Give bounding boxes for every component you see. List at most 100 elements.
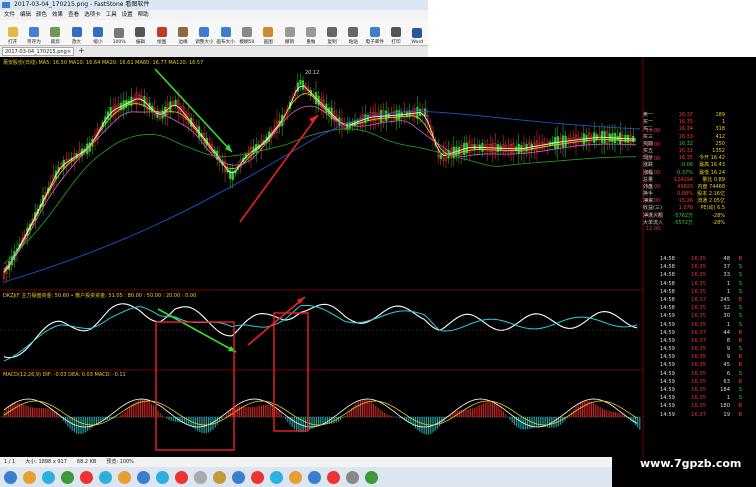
- candle-body: [301, 80, 305, 90]
- toolbar-button-4[interactable]: 缩小: [87, 21, 108, 45]
- menu-item-6[interactable]: 工具: [106, 10, 117, 20]
- taskbar-app-icon[interactable]: [232, 470, 245, 484]
- toolbar-label: Word: [411, 40, 424, 45]
- toolbar-button-1[interactable]: 另存为: [23, 21, 44, 45]
- toolbar-button-10[interactable]: 画布大小: [215, 21, 236, 45]
- edge-icon: [178, 27, 189, 37]
- trade-v: 45: [723, 362, 730, 369]
- toolbar-button-17[interactable]: 电子邮件: [364, 21, 385, 45]
- trade-row: 14:59 16.35 45 B: [660, 361, 756, 369]
- quote-value: 49826: [677, 183, 693, 190]
- trade-p: 16.35: [691, 321, 706, 328]
- menu-item-4[interactable]: 查看: [68, 10, 79, 20]
- macd-panel-label: MACD(12,26,9) DIF: -0.03 DEA: 0.03 MACD:…: [3, 372, 126, 378]
- trade-t: 14:59: [660, 321, 675, 328]
- tab-add-button[interactable]: +: [78, 46, 85, 56]
- toolbar-button-9[interactable]: 调整大小: [194, 21, 215, 45]
- toolbar-button-7[interactable]: 绘图: [151, 21, 172, 45]
- toolbar-button-12[interactable]: 画图: [258, 21, 279, 45]
- taskbar-app-icon[interactable]: [4, 470, 17, 484]
- trade-s: B: [738, 411, 742, 418]
- taskbar-app-icon[interactable]: [137, 470, 150, 484]
- toolbar-button-15[interactable]: 复制: [321, 21, 342, 45]
- trade-t: 14:58: [660, 288, 675, 295]
- toolbar-button-0[interactable]: 打开: [2, 21, 23, 45]
- trade-s: S: [738, 387, 742, 393]
- toolbar-label: 绘图: [157, 40, 167, 45]
- quote-extra: 最高 16.43: [699, 162, 725, 169]
- trade-row: 14:58 16.35 48 B: [660, 255, 756, 263]
- taskbar-app-icon[interactable]: [99, 470, 112, 484]
- trade-s: B: [738, 296, 742, 303]
- quote-extra: -28%: [712, 219, 725, 226]
- menu-item-2[interactable]: 颜色: [36, 10, 47, 20]
- trade-p: 16.37: [691, 337, 706, 344]
- quote-extra: 250: [715, 140, 725, 147]
- trade-v: 33: [723, 272, 730, 279]
- quote-row: 外盘 49826 内盘 74468: [643, 184, 756, 191]
- tab-image[interactable]: 2017-03-04_170215.png ×: [2, 47, 74, 56]
- trade-s: S: [738, 321, 742, 328]
- toolbar-button-19[interactable]: Word: [407, 21, 428, 45]
- toolbar-button-8[interactable]: 边缘: [172, 21, 193, 45]
- taskbar-app-icon[interactable]: [156, 470, 169, 484]
- peak-price-label: 20.12: [305, 70, 320, 76]
- trade-s: B: [738, 329, 742, 336]
- menu-item-1[interactable]: 编辑: [20, 10, 31, 20]
- paste-icon: [348, 27, 359, 37]
- quote-value: 16.35: [678, 155, 693, 162]
- taskbar-app-icon[interactable]: [251, 470, 264, 484]
- menu-item-7[interactable]: 设置: [122, 10, 133, 20]
- toolbar-label: 撤销: [284, 40, 295, 45]
- taskbar-app-icon[interactable]: [270, 470, 283, 484]
- taskbar-app-icon[interactable]: [42, 470, 55, 484]
- quote-row: 买二 16.34 318: [643, 126, 756, 133]
- edit-icon: [135, 27, 146, 37]
- taskbar-app-icon[interactable]: [175, 470, 188, 484]
- quote-extra: 318: [715, 126, 725, 133]
- trade-t: 14:59: [660, 362, 675, 369]
- trade-v: 30: [723, 313, 730, 320]
- trade-p: 16.37: [691, 411, 706, 418]
- quote-label: 买三: [643, 133, 654, 140]
- quote-label: 买五: [643, 147, 654, 154]
- quote-value: 16.31: [678, 147, 693, 154]
- menu-item-8[interactable]: 帮助: [138, 10, 149, 20]
- taskbar-app-icon[interactable]: [365, 470, 378, 484]
- taskbar-app-icon[interactable]: [23, 470, 36, 484]
- menu-item-5[interactable]: 选项卡: [84, 10, 101, 20]
- trade-row: 14:58 16.35 33 S: [660, 271, 756, 279]
- menu-item-0[interactable]: 文件: [4, 10, 15, 20]
- trade-t: 14:59: [660, 411, 675, 418]
- menu-item-3[interactable]: 效果: [52, 10, 63, 20]
- toolbar-button-14[interactable]: 重做: [300, 21, 321, 45]
- quote-value: 15.26: [678, 198, 693, 205]
- toolbar-button-18[interactable]: 打印: [385, 21, 406, 45]
- trade-v: 48: [723, 256, 730, 262]
- trade-row: 14:59 16.35 63 B: [660, 378, 756, 386]
- trade-row: 14:58 16.35 1 S: [660, 288, 756, 296]
- taskbar-app-icon[interactable]: [213, 470, 226, 484]
- toolbar-button-3[interactable]: 放大: [66, 21, 87, 45]
- trade-p: 16.35: [691, 354, 706, 361]
- toolbar-label: 调整大小: [195, 40, 214, 45]
- toolbar-button-6[interactable]: 编辑: [130, 21, 151, 45]
- toolbar-button-13[interactable]: 撤销: [279, 21, 300, 45]
- taskbar-app-icon[interactable]: [80, 470, 93, 484]
- tab-close-icon[interactable]: ×: [67, 48, 71, 57]
- toolbar-button-5[interactable]: 100%: [108, 21, 129, 45]
- resize-icon: [199, 27, 210, 37]
- taskbar-app-icon[interactable]: [327, 470, 340, 484]
- trade-row: 14:59 16.35 6 S: [660, 370, 756, 378]
- quote-value: -0.37%: [675, 169, 693, 176]
- taskbar-app-icon[interactable]: [61, 470, 74, 484]
- taskbar-app-icon[interactable]: [346, 470, 359, 484]
- toolbar-label: 放大: [71, 40, 82, 45]
- taskbar-app-icon[interactable]: [118, 470, 131, 484]
- toolbar-button-2[interactable]: 裁剪: [45, 21, 66, 45]
- toolbar-button-16[interactable]: 粘贴: [343, 21, 364, 45]
- taskbar-app-icon[interactable]: [194, 470, 207, 484]
- toolbar-button-11[interactable]: 模糊50: [236, 21, 257, 45]
- taskbar-app-icon[interactable]: [289, 470, 302, 484]
- taskbar-app-icon[interactable]: [308, 470, 321, 484]
